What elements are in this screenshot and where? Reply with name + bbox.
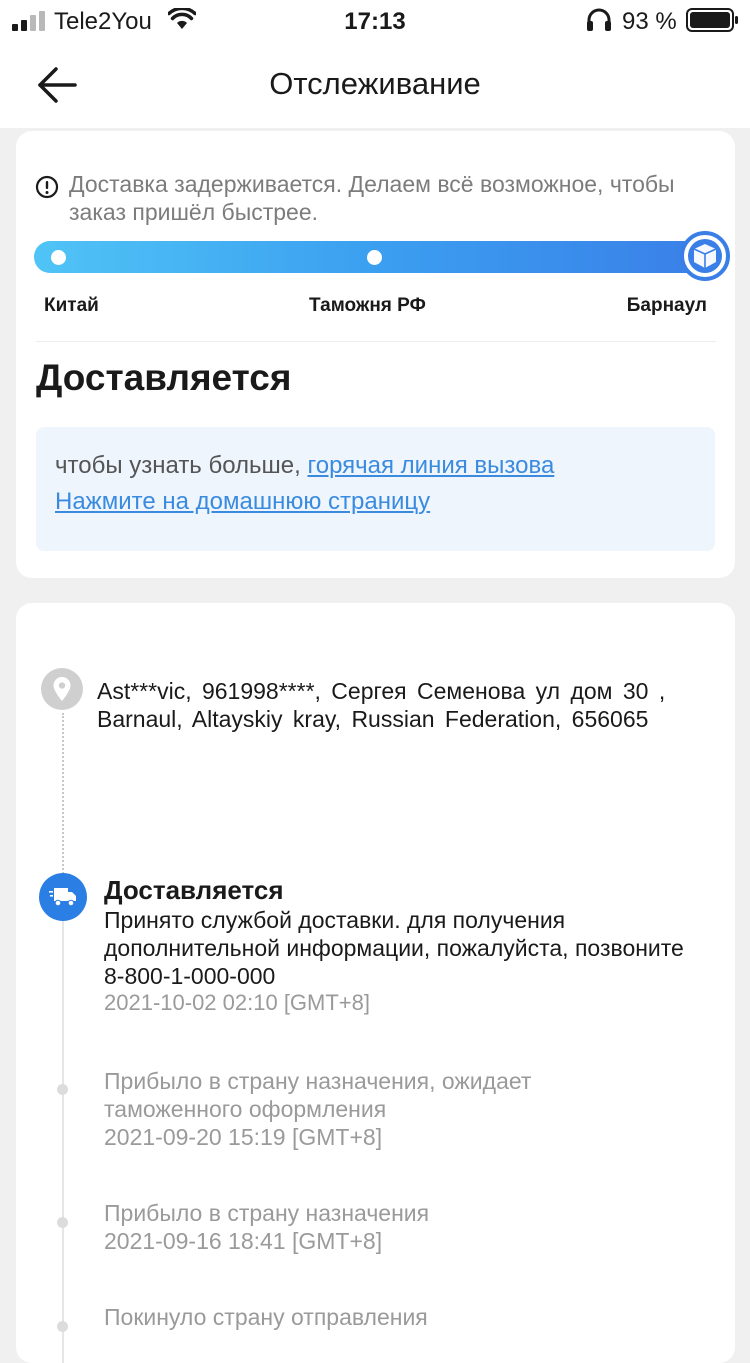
- delivery-address: Ast***vic, 961998****, Сергея Семенова у…: [97, 678, 666, 732]
- event-title: Доставляется: [104, 875, 284, 905]
- headphones-icon: [587, 8, 611, 31]
- homepage-link[interactable]: Нажмите на домашнюю страницу: [55, 488, 430, 515]
- stage-label-destination: Барнаул: [626, 295, 707, 316]
- page-title: Отслеживание: [269, 66, 481, 101]
- location-pin-marker: [41, 668, 83, 710]
- event-timestamp: 2021-10-02 02:10 [GMT+8]: [104, 990, 370, 1015]
- event-description: Покинуло страну отправления: [104, 1304, 428, 1330]
- timeline-connector: [62, 883, 64, 1363]
- event-description: Прибыло в страну назначения: [104, 1200, 430, 1226]
- info-line: Нажмите на домашнюю страницу: [55, 488, 430, 516]
- info-prefix-text: чтобы узнать больше,: [55, 452, 308, 479]
- timeline-dot: [57, 1217, 68, 1228]
- delay-warning-text: Доставка задерживается. Делаем всё возмо…: [69, 171, 675, 225]
- tracking-timeline-card: Ast***vic, 961998****, Сергея Семенова у…: [16, 603, 735, 1363]
- info-line: чтобы узнать больше, горячая линия вызов…: [55, 452, 554, 480]
- event-description: Прибыло в страну назначения, ожидает там…: [104, 1068, 532, 1122]
- battery-percent: 93 %: [622, 8, 677, 35]
- progress-current-marker: [680, 231, 730, 281]
- delivery-status-heading: Доставляется: [36, 357, 292, 398]
- tracking-summary-card: Доставка задерживается. Делаем всё возмо…: [16, 131, 735, 578]
- event-timestamp: 2021-09-20 15:19 [GMT+8]: [104, 1124, 383, 1150]
- delivery-progress-bar: [34, 241, 716, 273]
- divider: [36, 341, 716, 342]
- location-pin-icon: [53, 677, 71, 701]
- progress-stage-dot: [367, 250, 382, 265]
- status-bar: Tele2You 17:13 93 %: [0, 0, 750, 42]
- event-description: Принято службой доставки. для получения …: [104, 907, 684, 989]
- info-warning-icon: [35, 175, 59, 199]
- stage-label-origin: Китай: [44, 295, 99, 316]
- current-event-marker: [39, 873, 87, 921]
- battery-icon: [686, 8, 738, 32]
- event-timestamp: 2021-09-16 18:41 [GMT+8]: [104, 1228, 383, 1254]
- progress-stage-dot: [51, 250, 66, 265]
- hotline-link[interactable]: горячая линия вызова: [308, 452, 555, 479]
- truck-icon: [49, 888, 76, 907]
- package-box-icon: [693, 244, 717, 268]
- timeline-dot: [57, 1321, 68, 1332]
- stage-label-customs: Таможня РФ: [309, 295, 426, 316]
- info-box: чтобы узнать больше, горячая линия вызов…: [36, 427, 715, 551]
- timeline-dot: [57, 1084, 68, 1095]
